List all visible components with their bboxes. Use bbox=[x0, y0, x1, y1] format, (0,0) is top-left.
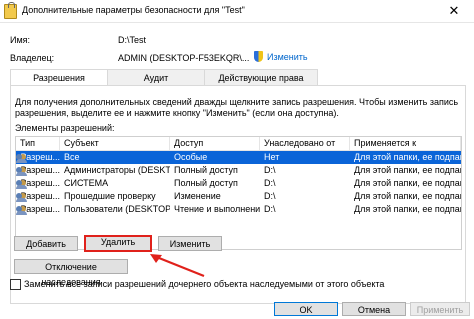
type-cell: Разреш... bbox=[16, 190, 60, 203]
tab-bar: Разрешения Аудит Действующие права досту… bbox=[10, 69, 318, 99]
owner-label: Владелец: bbox=[10, 53, 55, 63]
red-arrow-icon bbox=[150, 254, 205, 278]
dialog-footer: OK Отмена Применить bbox=[0, 298, 474, 319]
inherited-cell: D:\ bbox=[264, 165, 276, 175]
type-cell: Разреш... bbox=[16, 164, 60, 177]
change-button[interactable]: Изменить bbox=[158, 236, 222, 251]
close-button[interactable]: ✕ bbox=[434, 0, 474, 22]
type-cell: Разреш... bbox=[16, 177, 60, 190]
shield-icon bbox=[254, 51, 263, 62]
column-header-inherited[interactable]: Унаследовано от bbox=[260, 137, 350, 150]
subject-cell: Прошедшие проверку bbox=[64, 191, 156, 201]
table-row[interactable]: Разреш... Пользователи (DESKTOP-F53... Ч… bbox=[16, 203, 461, 216]
replace-permissions-label: Заменить все записи разрешений дочернего… bbox=[24, 279, 385, 289]
access-cell: Чтение и выполнение bbox=[174, 204, 260, 214]
disable-inheritance-button[interactable]: Отключение наследования bbox=[14, 259, 128, 287]
access-cell: Изменение bbox=[174, 191, 221, 201]
applies-cell: Для этой папки, ее подпапок ... bbox=[354, 165, 461, 175]
users-icon bbox=[16, 179, 26, 189]
owner-value: ADMIN (DESKTOP-F53EKQR\... bbox=[118, 53, 250, 63]
inherited-cell: D:\ bbox=[264, 178, 276, 188]
tab-audit[interactable]: Аудит bbox=[107, 69, 205, 86]
column-header-applies[interactable]: Применяется к bbox=[350, 137, 461, 150]
tab-effective-access[interactable]: Действующие права доступа bbox=[204, 69, 318, 99]
column-header-subject[interactable]: Субъект bbox=[60, 137, 170, 150]
table-row[interactable]: Разреш... Прошедшие проверку Изменение D… bbox=[16, 190, 461, 203]
type-cell: Разреш... bbox=[16, 203, 60, 216]
type-cell: Разреш... bbox=[16, 151, 60, 164]
inherited-cell: D:\ bbox=[264, 191, 276, 201]
subject-cell: Все bbox=[64, 152, 80, 162]
subject-cell: Администраторы (DESKTOP-... bbox=[64, 165, 170, 175]
table-header: Тип Субъект Доступ Унаследовано от Приме… bbox=[16, 137, 461, 151]
name-label: Имя: bbox=[10, 35, 31, 45]
users-icon bbox=[16, 166, 26, 176]
users-icon bbox=[16, 153, 26, 163]
name-value: D:\Test bbox=[118, 35, 147, 45]
column-header-access[interactable]: Доступ bbox=[170, 137, 260, 150]
subject-cell: Пользователи (DESKTOP-F53... bbox=[64, 204, 170, 214]
applies-cell: Для этой папки, ее подпапок ... bbox=[354, 152, 461, 162]
info-text: Для получения дополнительных сведений дв… bbox=[15, 97, 459, 118]
applies-cell: Для этой папки, ее подпапок ... bbox=[354, 191, 461, 201]
access-cell: Полный доступ bbox=[174, 165, 238, 175]
applies-cell: Для этой папки, ее подпапок ... bbox=[354, 178, 461, 188]
title-bar: Дополнительные параметры безопасности дл… bbox=[0, 0, 474, 23]
change-owner-label: Изменить bbox=[267, 51, 308, 62]
cancel-button[interactable]: Отмена bbox=[342, 302, 406, 316]
permissions-table[interactable]: Тип Субъект Доступ Унаследовано от Приме… bbox=[15, 136, 462, 250]
table-row[interactable]: Разреш... Все Особые Нет Для этой папки,… bbox=[16, 151, 461, 164]
ok-button[interactable]: OK bbox=[274, 302, 338, 316]
folder-lock-icon bbox=[4, 2, 17, 19]
replace-permissions-checkbox[interactable] bbox=[10, 279, 21, 290]
applies-cell: Для этой папки, ее подпапок ... bbox=[354, 204, 461, 214]
access-cell: Особые bbox=[174, 152, 208, 162]
entries-label: Элементы разрешений: bbox=[15, 123, 115, 133]
column-header-type[interactable]: Тип bbox=[16, 137, 60, 150]
table-row[interactable]: Разреш... СИСТЕМА Полный доступ D:\ Для … bbox=[16, 177, 461, 190]
access-cell: Полный доступ bbox=[174, 178, 238, 188]
inherited-cell: Нет bbox=[264, 152, 280, 162]
subject-cell: СИСТЕМА bbox=[64, 178, 109, 188]
inherited-cell: D:\ bbox=[264, 204, 276, 214]
users-icon bbox=[16, 192, 26, 202]
apply-button[interactable]: Применить bbox=[410, 302, 470, 316]
table-row[interactable]: Разреш... Администраторы (DESKTOP-... По… bbox=[16, 164, 461, 177]
change-owner-link[interactable]: Изменить bbox=[254, 51, 308, 62]
delete-button[interactable]: Удалить bbox=[84, 235, 152, 252]
users-icon bbox=[16, 205, 26, 215]
add-button[interactable]: Добавить bbox=[14, 236, 78, 251]
window-title: Дополнительные параметры безопасности дл… bbox=[22, 5, 245, 15]
